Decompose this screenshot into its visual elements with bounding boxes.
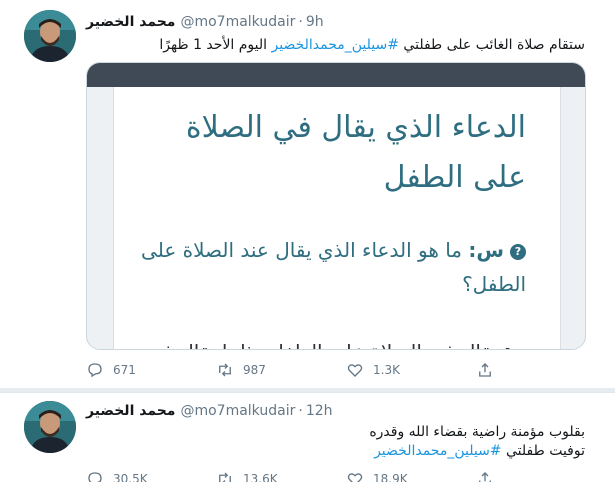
- tweet-text-line-2-start: توفيت طفلتي: [501, 443, 585, 459]
- separator-dot: ·: [298, 14, 303, 30]
- reply-button[interactable]: 30.5K: [86, 469, 216, 482]
- author-handle[interactable]: @mo7malkudair: [180, 14, 295, 30]
- tweet-time[interactable]: 12h: [306, 403, 333, 419]
- reply-icon: [88, 363, 102, 378]
- retweet-button[interactable]: 987: [216, 360, 346, 380]
- tweet[interactable]: محمد الخضير @mo7malkudair · 9h ستقام صلا…: [0, 0, 615, 390]
- question-icon: ?: [510, 244, 526, 260]
- retweet-icon: [219, 363, 231, 377]
- tweet-text-line-1: بقلوب مؤمنة راضية بقضاء الله وقدره: [369, 424, 585, 440]
- retweet-button[interactable]: 13.6K: [216, 469, 346, 482]
- share-button[interactable]: [476, 469, 516, 482]
- like-button[interactable]: 1.3K: [346, 360, 476, 380]
- media-card: الدعاء الذي يقال في الصلاة على الطفل ? س:…: [113, 87, 561, 349]
- avatar[interactable]: [24, 401, 76, 453]
- like-icon: [347, 473, 363, 482]
- tweet-header: محمد الخضير @mo7malkudair · 12h: [86, 401, 333, 421]
- separator-dot: ·: [298, 403, 303, 419]
- hashtag-link[interactable]: #سيلين_محمدالخضير: [374, 443, 501, 459]
- tweet-text-start: ستقام صلاة الغائب على طفلتي: [398, 37, 585, 53]
- media-topbar: [87, 63, 585, 87]
- tweet[interactable]: محمد الخضير @mo7malkudair · 12h بقلوب مؤ…: [0, 392, 615, 482]
- tweet-actions: 671 987 1.3K: [86, 360, 546, 380]
- author-name[interactable]: محمد الخضير: [86, 403, 175, 419]
- share-icon: [479, 472, 491, 482]
- reply-count: 30.5K: [113, 472, 148, 482]
- reply-icon: [88, 472, 102, 482]
- media-heading: الدعاء الذي يقال في الصلاة على الطفل: [185, 110, 526, 195]
- answer-prefix: ج:: [504, 340, 526, 349]
- tweet-text-line-2: توفيت طفلتي #سيلين_محمدالخضير: [85, 442, 585, 461]
- like-button[interactable]: 18.9K: [346, 469, 476, 482]
- like-icon: [347, 364, 363, 377]
- reply-button[interactable]: 671: [86, 360, 216, 380]
- hashtag-link[interactable]: #سيلين_محمدالخضير: [272, 37, 399, 53]
- tweet-media-image[interactable]: الدعاء الذي يقال في الصلاة على الطفل ? س:…: [86, 62, 586, 350]
- retweet-count: 987: [243, 363, 266, 377]
- like-count: 1.3K: [373, 363, 400, 377]
- tweet-text: ستقام صلاة الغائب على طفلتي #سيلين_محمدا…: [85, 36, 585, 55]
- media-answer: ج: يقال في الصلاة على الطفل مثلما يقال ف…: [136, 335, 526, 349]
- retweet-icon: [219, 472, 231, 482]
- question-prefix: س:: [468, 238, 504, 262]
- answer-text: يقال في الصلاة على الطفل مثلما يقال في: [147, 340, 498, 349]
- tweet-header: محمد الخضير @mo7malkudair · 9h: [86, 12, 324, 32]
- media-question: ?س: ما هو الدعاء الذي يقال عند الصلاة عل…: [136, 233, 526, 301]
- reply-count: 671: [113, 363, 136, 377]
- share-icon: [479, 363, 491, 377]
- author-handle[interactable]: @mo7malkudair: [180, 403, 295, 419]
- author-name[interactable]: محمد الخضير: [86, 14, 175, 30]
- like-count: 18.9K: [373, 472, 408, 482]
- retweet-count: 13.6K: [243, 472, 278, 482]
- tweet-text-end: اليوم الأحد 1 ظهرًا: [159, 37, 272, 53]
- tweet-actions: 30.5K 13.6K 18.9K: [86, 469, 546, 482]
- avatar[interactable]: [24, 10, 76, 62]
- tweet-time[interactable]: 9h: [306, 14, 324, 30]
- share-button[interactable]: [476, 360, 516, 380]
- tweet-text: بقلوب مؤمنة راضية بقضاء الله وقدره توفيت…: [85, 423, 585, 461]
